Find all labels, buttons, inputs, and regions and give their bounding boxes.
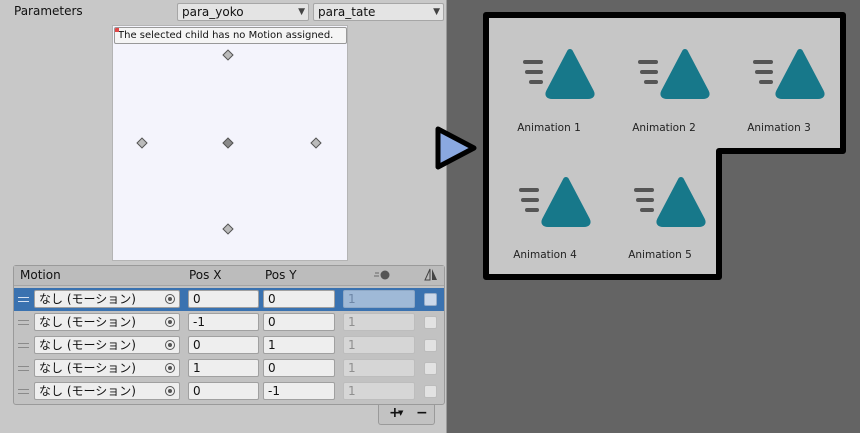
blend-tree-graph[interactable]: The selected child has no Motion assigne… — [112, 25, 348, 261]
pos-y-field[interactable]: 0 — [263, 313, 335, 331]
motion-field[interactable]: なし (モーション) — [34, 290, 180, 308]
asset-label: Animation 2 — [632, 122, 696, 134]
dropdown-arrow-icon: ▼ — [398, 409, 404, 417]
warning-message: The selected child has no Motion assigne… — [114, 27, 347, 44]
asset-label: Animation 3 — [747, 122, 811, 134]
object-picker-icon[interactable] — [165, 294, 175, 304]
object-picker-icon[interactable] — [165, 363, 175, 373]
table-row[interactable]: なし (モーション) 1 0 1 — [14, 357, 444, 380]
table-row[interactable]: なし (モーション) -1 0 1 — [14, 311, 444, 334]
pos-x-field[interactable]: 0 — [188, 382, 259, 400]
animation-clip-icon — [634, 177, 706, 227]
drag-handle-icon[interactable] — [18, 320, 29, 325]
column-motion: Motion — [20, 268, 61, 282]
mirror-checkbox[interactable] — [424, 293, 437, 306]
drag-handle-icon[interactable] — [18, 389, 29, 394]
blend-node-bottom[interactable] — [222, 223, 234, 235]
asset-animation-2[interactable]: Animation 2 — [614, 22, 714, 134]
parameter-x-dropdown[interactable]: para_yoko ▼ — [177, 3, 309, 21]
remove-motion-button[interactable]: − — [416, 405, 428, 421]
drag-handle-icon[interactable] — [18, 366, 29, 371]
warning-indicator — [115, 28, 119, 32]
drag-handle-icon[interactable] — [18, 343, 29, 348]
parameter-y-dropdown[interactable]: para_tate ▼ — [313, 3, 444, 21]
table-row[interactable]: なし (モーション) 0 0 1 — [14, 288, 444, 311]
column-pos-y: Pos Y — [265, 268, 297, 282]
object-picker-icon[interactable] — [165, 340, 175, 350]
motion-value: なし (モーション) — [39, 338, 136, 352]
speed-icon — [374, 270, 390, 280]
animation-assets-panel: Animation 1 Animation 2 Animation 3 Anim… — [483, 12, 846, 280]
mirror-checkbox[interactable] — [424, 316, 437, 329]
object-picker-icon[interactable] — [165, 386, 175, 396]
warning-text: The selected child has no Motion assigne… — [118, 30, 334, 41]
dropdown-arrow-icon: ▼ — [298, 7, 305, 17]
mirror-checkbox[interactable] — [424, 339, 437, 352]
motion-value: なし (モーション) — [39, 384, 136, 398]
motion-field[interactable]: なし (モーション) — [34, 336, 180, 354]
parameter-y-value: para_tate — [318, 5, 376, 19]
animation-clip-icon — [523, 49, 595, 99]
play-arrow-icon — [435, 126, 477, 170]
pos-x-field[interactable]: -1 — [188, 313, 259, 331]
animation-clip-icon — [519, 177, 591, 227]
asset-animation-5[interactable]: Animation 5 — [610, 150, 710, 261]
asset-animation-3[interactable]: Animation 3 — [729, 22, 829, 134]
motion-field[interactable]: なし (モーション) — [34, 313, 180, 331]
table-footer: + ▼ − — [378, 405, 435, 425]
speed-field[interactable]: 1 — [343, 359, 415, 377]
blend-node-right[interactable] — [310, 137, 322, 149]
mirror-checkbox[interactable] — [424, 362, 437, 375]
parameter-x-value: para_yoko — [182, 5, 244, 19]
drag-handle-icon[interactable] — [18, 297, 29, 302]
pos-y-field[interactable]: 0 — [263, 290, 335, 308]
motion-value: なし (モーション) — [39, 292, 136, 306]
asset-animation-1[interactable]: Animation 1 — [499, 22, 599, 134]
asset-label: Animation 1 — [517, 122, 581, 134]
blend-node-center[interactable] — [222, 137, 234, 149]
column-pos-x: Pos X — [189, 268, 222, 282]
pos-y-field[interactable]: 1 — [263, 336, 335, 354]
pos-y-field[interactable]: 0 — [263, 359, 335, 377]
blend-tree-inspector: Parameters para_yoko ▼ para_tate ▼ The s… — [0, 0, 447, 433]
pos-x-field[interactable]: 1 — [188, 359, 259, 377]
motion-field[interactable]: なし (モーション) — [34, 359, 180, 377]
motion-field[interactable]: なし (モーション) — [34, 382, 180, 400]
asset-animation-4[interactable]: Animation 4 — [495, 150, 595, 261]
speed-field[interactable]: 1 — [343, 336, 415, 354]
dropdown-arrow-icon: ▼ — [433, 7, 440, 17]
asset-label: Animation 4 — [513, 249, 577, 261]
mirror-checkbox[interactable] — [424, 385, 437, 398]
asset-label: Animation 5 — [628, 249, 692, 261]
blend-node-left[interactable] — [136, 137, 148, 149]
speed-field[interactable]: 1 — [343, 382, 415, 400]
speed-field[interactable]: 1 — [343, 290, 415, 308]
animation-clip-icon — [638, 49, 710, 99]
object-picker-icon[interactable] — [165, 317, 175, 327]
speed-field[interactable]: 1 — [343, 313, 415, 331]
animation-clip-icon — [753, 49, 825, 99]
pos-y-field[interactable]: -1 — [263, 382, 335, 400]
table-row[interactable]: なし (モーション) 0 -1 1 — [14, 380, 444, 403]
motion-value: なし (モーション) — [39, 361, 136, 375]
pos-x-field[interactable]: 0 — [188, 336, 259, 354]
motion-table-header: Motion Pos X Pos Y — [14, 266, 444, 286]
pos-x-field[interactable]: 0 — [188, 290, 259, 308]
parameters-label: Parameters — [14, 4, 83, 18]
blend-node-top[interactable] — [222, 49, 234, 61]
table-row[interactable]: なし (モーション) 0 1 1 — [14, 334, 444, 357]
motion-table: Motion Pos X Pos Y なし (モーション) 0 0 1 なし (… — [13, 265, 445, 405]
motion-value: なし (モーション) — [39, 315, 136, 329]
mirror-icon — [424, 268, 437, 281]
